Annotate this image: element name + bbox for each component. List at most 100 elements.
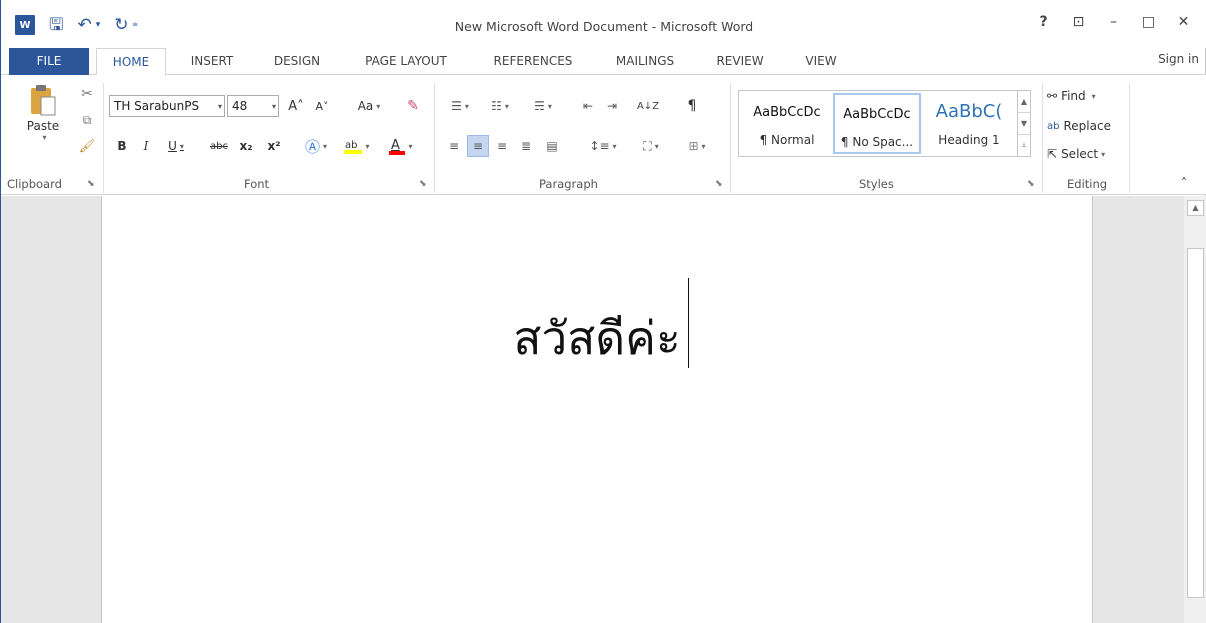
maximize-button[interactable]: □	[1131, 14, 1166, 30]
font-size-combo[interactable]: 48 ▾	[227, 95, 279, 117]
document-text[interactable]: สวัสดีค่ะ	[102, 302, 1092, 375]
shading-icon[interactable]: ⛶ ▾	[631, 135, 671, 157]
svg-text:ab: ab	[345, 140, 357, 151]
tab-insert[interactable]: INSERT	[177, 48, 247, 75]
tab-review[interactable]: REVIEW	[705, 48, 775, 75]
scroll-up-icon[interactable]: ▲	[1187, 200, 1204, 216]
minimize-button[interactable]: –	[1096, 14, 1131, 30]
tab-references[interactable]: REFERENCES	[481, 48, 585, 75]
text-effects-icon[interactable]: Ⓐ ▾	[301, 135, 331, 157]
ribbon-home: Paste ▾ ✂ ⧉ 🖌 Clipboard ⬊ TH SarabunPS ▾…	[1, 75, 1206, 195]
bold-button[interactable]: B	[113, 135, 131, 157]
format-painter-icon[interactable]: 🖌	[76, 135, 98, 157]
word-window: W 🖫 ↶ ▾ ↻ ⩧ New Microsoft Word Document …	[0, 0, 1206, 623]
clear-formatting-icon[interactable]: ✎	[401, 95, 425, 117]
font-color-icon: A	[389, 138, 406, 155]
underline-button[interactable]: U ▾	[161, 135, 191, 157]
chevron-down-icon: ▾	[1101, 149, 1106, 159]
underline-label: U	[168, 139, 177, 153]
font-name-combo[interactable]: TH SarabunPS ▾	[109, 95, 225, 117]
italic-button[interactable]: I	[137, 135, 155, 157]
tab-home[interactable]: HOME	[96, 48, 166, 76]
tab-page-layout[interactable]: PAGE LAYOUT	[349, 48, 463, 75]
collapse-ribbon-icon[interactable]: ˄	[1175, 175, 1193, 191]
chevron-down-icon: ▾	[376, 101, 381, 111]
tab-view[interactable]: VIEW	[791, 48, 851, 75]
increase-indent-icon[interactable]: ⇥	[601, 95, 623, 117]
paste-label: Paste	[26, 119, 60, 133]
document-area: สวัสดีค่ะ	[1, 196, 1184, 623]
window-controls: ? ⊡ – □ ✕	[1026, 14, 1201, 30]
styles-more-icon[interactable]: ⩡	[1018, 135, 1030, 157]
clipboard-launcher-icon[interactable]: ⬊	[87, 179, 95, 189]
ribbon-tabs: FILE HOME INSERT DESIGN PAGE LAYOUT REFE…	[1, 48, 1206, 76]
style-preview: AaBbC(	[935, 101, 1003, 122]
editing-group-label: Editing	[1067, 177, 1108, 191]
style-heading-1[interactable]: AaBbC( Heading 1	[925, 93, 1013, 154]
change-case-label: Aa	[357, 99, 374, 113]
styles-launcher-icon[interactable]: ⬊	[1027, 179, 1035, 189]
align-left-icon[interactable]: ≡	[443, 135, 465, 157]
font-color-button[interactable]: A ▾	[385, 135, 417, 157]
chevron-down-icon: ▾	[365, 141, 370, 151]
strikethrough-button[interactable]: abc	[207, 135, 231, 157]
font-launcher-icon[interactable]: ⬊	[419, 179, 427, 189]
chevron-down-icon: ▾	[408, 141, 413, 151]
paste-button[interactable]: Paste ▾	[23, 83, 63, 153]
tab-mailings[interactable]: MAILINGS	[603, 48, 687, 75]
group-divider	[103, 83, 104, 193]
sort-button[interactable]: A↓Z	[637, 95, 659, 117]
numbering-icon[interactable]: ☷ ▾	[483, 95, 517, 117]
style-no-spacing[interactable]: AaBbCcDc ¶ No Spac...	[833, 93, 921, 154]
style-preview: AaBbCcDc	[753, 105, 821, 120]
borders-icon[interactable]: ⊞ ▾	[677, 135, 717, 157]
superscript-button[interactable]: x²	[263, 135, 285, 157]
group-divider	[730, 83, 731, 193]
document-page[interactable]: สวัสดีค่ะ	[101, 196, 1093, 623]
highlight-color-button[interactable]: ab ▾	[341, 135, 373, 157]
show-formatting-button[interactable]: ¶	[681, 95, 703, 117]
styles-up-icon[interactable]: ▲	[1018, 91, 1030, 113]
replace-button[interactable]: ab Replace	[1047, 115, 1111, 137]
chevron-down-icon: ▾	[1091, 91, 1096, 101]
text-cursor	[688, 278, 689, 368]
styles-down-icon[interactable]: ▼	[1018, 113, 1030, 135]
line-spacing-icon[interactable]: ↕≡ ▾	[585, 135, 621, 157]
align-center-icon[interactable]: ≡	[467, 135, 489, 157]
distributed-icon[interactable]: ▤	[541, 135, 563, 157]
subscript-button[interactable]: x₂	[235, 135, 257, 157]
scroll-thumb[interactable]	[1187, 248, 1204, 598]
select-button[interactable]: ⇱ Select ▾	[1047, 143, 1105, 165]
grow-font-button[interactable]: A˄	[285, 95, 307, 117]
paragraph-launcher-icon[interactable]: ⬊	[715, 179, 723, 189]
highlighter-icon: ab	[344, 140, 363, 154]
justify-icon[interactable]: ≣	[515, 135, 537, 157]
close-button[interactable]: ✕	[1166, 14, 1201, 30]
shrink-font-button[interactable]: A˅	[311, 95, 333, 117]
chevron-down-icon: ▾	[271, 101, 276, 111]
style-name: ¶ Normal	[759, 133, 815, 147]
replace-label: Replace	[1063, 119, 1111, 133]
select-label: Select	[1061, 147, 1099, 161]
decrease-indent-icon[interactable]: ⇤	[577, 95, 599, 117]
bullets-icon[interactable]: ☰ ▾	[443, 95, 477, 117]
sign-in-link[interactable]: Sign in	[1158, 52, 1199, 66]
multilevel-list-icon[interactable]: ☴ ▾	[523, 95, 563, 117]
cursor-icon: ⇱	[1047, 147, 1058, 161]
change-case-button[interactable]: Aa ▾	[349, 95, 389, 117]
tab-file[interactable]: FILE	[9, 48, 89, 75]
binoculars-icon: ⚯	[1047, 89, 1058, 103]
font-size-value: 48	[232, 99, 248, 113]
style-normal[interactable]: AaBbCcDc ¶ Normal	[743, 93, 831, 154]
find-button[interactable]: ⚯ Find ▾	[1047, 85, 1096, 107]
copy-icon[interactable]: ⧉	[76, 109, 98, 131]
font-group-label: Font	[244, 177, 270, 191]
replace-icon: ab	[1047, 120, 1060, 132]
tab-design[interactable]: DESIGN	[259, 48, 335, 75]
align-right-icon[interactable]: ≡	[491, 135, 513, 157]
help-button[interactable]: ?	[1026, 14, 1061, 30]
ribbon-display-options-button[interactable]: ⊡	[1061, 14, 1096, 30]
cut-icon[interactable]: ✂	[76, 83, 98, 105]
chevron-down-icon: ▾	[217, 101, 222, 111]
vertical-scrollbar[interactable]: ▲	[1184, 196, 1206, 623]
